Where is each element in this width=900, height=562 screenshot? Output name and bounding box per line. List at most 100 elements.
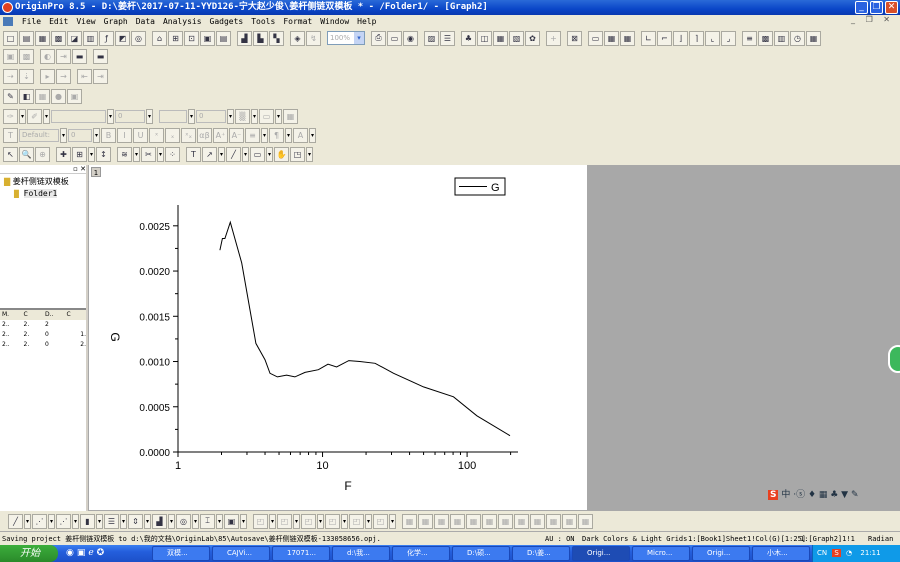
multi-panel-icon[interactable]: ▦ xyxy=(418,513,433,529)
run-icon[interactable]: ↯ xyxy=(306,30,321,46)
3d-plot-icon[interactable]: ◰ xyxy=(277,513,292,529)
new-graph-icon[interactable]: ◪ xyxy=(67,30,82,46)
line-plot-icon[interactable]: ╱ xyxy=(8,513,23,529)
multi-panel-icon[interactable]: ▦ xyxy=(546,513,561,529)
add-layer-icon[interactable]: + xyxy=(546,30,561,46)
subscript-icon[interactable]: ₓ xyxy=(165,127,180,143)
open-file-icon[interactable]: ⌂ xyxy=(152,30,167,46)
save-icon[interactable]: ▣ xyxy=(200,30,215,46)
taskbar-button[interactable]: Origi... xyxy=(572,546,630,561)
para-icon[interactable]: ¶ xyxy=(269,127,284,143)
multi-panel-icon[interactable]: ▦ xyxy=(562,513,577,529)
menu-file[interactable]: File xyxy=(22,17,41,26)
floating-widget[interactable] xyxy=(888,345,900,373)
column-plot-icon[interactable]: ▮ xyxy=(80,513,95,529)
layer-2-icon[interactable]: ▦ xyxy=(604,30,619,46)
quick-launch[interactable]: ◉▣ℯ✪ xyxy=(66,548,107,558)
dropdown-arrow[interactable]: ▾ xyxy=(275,108,282,124)
import-ascii-icon[interactable]: ▟ xyxy=(237,30,252,46)
language-indicator[interactable]: CN xyxy=(817,549,827,557)
column-header[interactable]: C xyxy=(65,310,87,320)
hand-icon[interactable]: ✋ xyxy=(274,146,289,162)
pie-plot-icon[interactable]: ◎ xyxy=(176,513,191,529)
layer-mgmt-icon[interactable]: ▩ xyxy=(758,30,773,46)
multi-panel-icon[interactable]: ▦ xyxy=(578,513,593,529)
menu-gadgets[interactable]: Gadgets xyxy=(210,17,244,26)
dropdown-arrow[interactable]: ▾ xyxy=(261,127,268,143)
duplicate-icon[interactable]: ◉ xyxy=(403,30,418,46)
dropdown-arrow[interactable]: ▾ xyxy=(341,513,348,529)
extract-icon[interactable]: ▣ xyxy=(67,88,82,104)
taskbar-button[interactable]: Origi... xyxy=(692,546,750,561)
column-header[interactable]: D.. xyxy=(43,310,65,320)
axis-bottom-icon[interactable]: ∟ xyxy=(641,30,656,46)
dropdown-arrow[interactable]: ▾ xyxy=(93,127,100,143)
results-log-icon[interactable]: ☰ xyxy=(440,30,455,46)
dropdown-arrow[interactable]: ▾ xyxy=(144,513,151,529)
region-icon[interactable]: ⁘ xyxy=(165,146,180,162)
menu-edit[interactable]: Edit xyxy=(49,17,68,26)
dropdown-arrow[interactable]: ▾ xyxy=(216,513,223,529)
unmask-icon[interactable]: ⇥ xyxy=(56,48,71,64)
zoom-out-icon[interactable]: ⊕ xyxy=(35,146,50,162)
3d-plot-icon[interactable]: ◰ xyxy=(325,513,340,529)
sort-icon[interactable]: ▬ xyxy=(72,48,87,64)
multi-panel-icon[interactable]: ▦ xyxy=(402,513,417,529)
hi-lo-icon[interactable]: ⌶ xyxy=(200,513,215,529)
line-tool-icon[interactable]: ╱ xyxy=(226,146,241,162)
recalculate-icon[interactable]: ◈ xyxy=(290,30,305,46)
dropdown-arrow[interactable]: ▾ xyxy=(365,513,372,529)
menu-graph[interactable]: Graph xyxy=(104,17,128,26)
superscript-icon[interactable]: ˣ xyxy=(149,127,164,143)
taskbar-button[interactable]: 小木... xyxy=(752,546,810,561)
axis-box-icon[interactable]: ⌉ xyxy=(689,30,704,46)
layer-1-icon[interactable]: ▭ xyxy=(588,30,603,46)
explorer-controls[interactable]: ▫ ✕ xyxy=(0,165,86,174)
multi-panel-icon[interactable]: ▦ xyxy=(434,513,449,529)
italic-icon[interactable]: I xyxy=(117,127,132,143)
dropdown-arrow[interactable]: ▾ xyxy=(218,146,225,162)
message-log-icon[interactable]: ▦ xyxy=(493,30,508,46)
font-name-field[interactable]: Default: xyxy=(19,128,59,142)
dropdown-arrow[interactable]: ▾ xyxy=(60,127,67,143)
move-right-icon[interactable]: ⇣ xyxy=(19,68,34,84)
multi-panel-icon[interactable]: ▦ xyxy=(482,513,497,529)
clock[interactable]: 21:11 xyxy=(860,549,880,557)
list-item[interactable]: 2.. 2. 2 xyxy=(0,320,86,330)
3d-plot-icon[interactable]: ◰ xyxy=(373,513,388,529)
zoom-icon[interactable]: ● xyxy=(51,88,66,104)
dropdown-arrow[interactable]: ▾ xyxy=(133,146,140,162)
dropdown-arrow[interactable]: ▾ xyxy=(266,146,273,162)
zoom-select[interactable]: 100% xyxy=(327,31,365,45)
gadget-icon[interactable]: ✿ xyxy=(525,30,540,46)
menu-format[interactable]: Format xyxy=(283,17,312,26)
menu-tools[interactable]: Tools xyxy=(251,17,275,26)
start-button[interactable]: 开始 xyxy=(0,545,58,562)
save-template-icon[interactable]: ▤ xyxy=(216,30,231,46)
series-line-G[interactable] xyxy=(219,220,511,437)
new-matrix-icon[interactable]: ▥ xyxy=(83,30,98,46)
font-size-field[interactable]: 0 xyxy=(68,128,92,142)
pan-icon[interactable]: ▦ xyxy=(35,88,50,104)
dropdown-arrow[interactable]: ▾ xyxy=(192,513,199,529)
dropdown-arrow[interactable]: ▾ xyxy=(96,513,103,529)
last-icon[interactable]: ⇥ xyxy=(93,68,108,84)
scatter-plot-icon[interactable]: ⋰ xyxy=(32,513,47,529)
maximize-button[interactable]: ❐ xyxy=(870,1,883,14)
merge-icon[interactable]: ⊠ xyxy=(567,30,582,46)
dropdown-arrow[interactable]: ▾ xyxy=(227,108,234,124)
axis-r-icon[interactable]: ⌟ xyxy=(721,30,736,46)
taskbar-button[interactable]: Micro... xyxy=(632,546,690,561)
axis-top-icon[interactable]: ⌐ xyxy=(657,30,672,46)
scale-in-icon[interactable]: ✎ xyxy=(3,88,18,104)
menu-data[interactable]: Data xyxy=(136,17,155,26)
set-z-icon[interactable]: ▩ xyxy=(19,48,34,64)
ime-toolbar[interactable]: S 中 ·ⓢ ♦ ▦ ♣ ▼ ✎ xyxy=(768,487,859,500)
underline-icon[interactable]: U xyxy=(133,127,148,143)
print-icon[interactable]: ⎙ xyxy=(371,30,386,46)
taskbar-button[interactable]: 17071... xyxy=(272,546,330,561)
move-left-icon[interactable]: ⇢ xyxy=(3,68,18,84)
dropdown-arrow[interactable]: ▾ xyxy=(72,513,79,529)
x-axis-title[interactable]: F xyxy=(344,479,351,493)
smart-hint-icon[interactable]: ▧ xyxy=(509,30,524,46)
